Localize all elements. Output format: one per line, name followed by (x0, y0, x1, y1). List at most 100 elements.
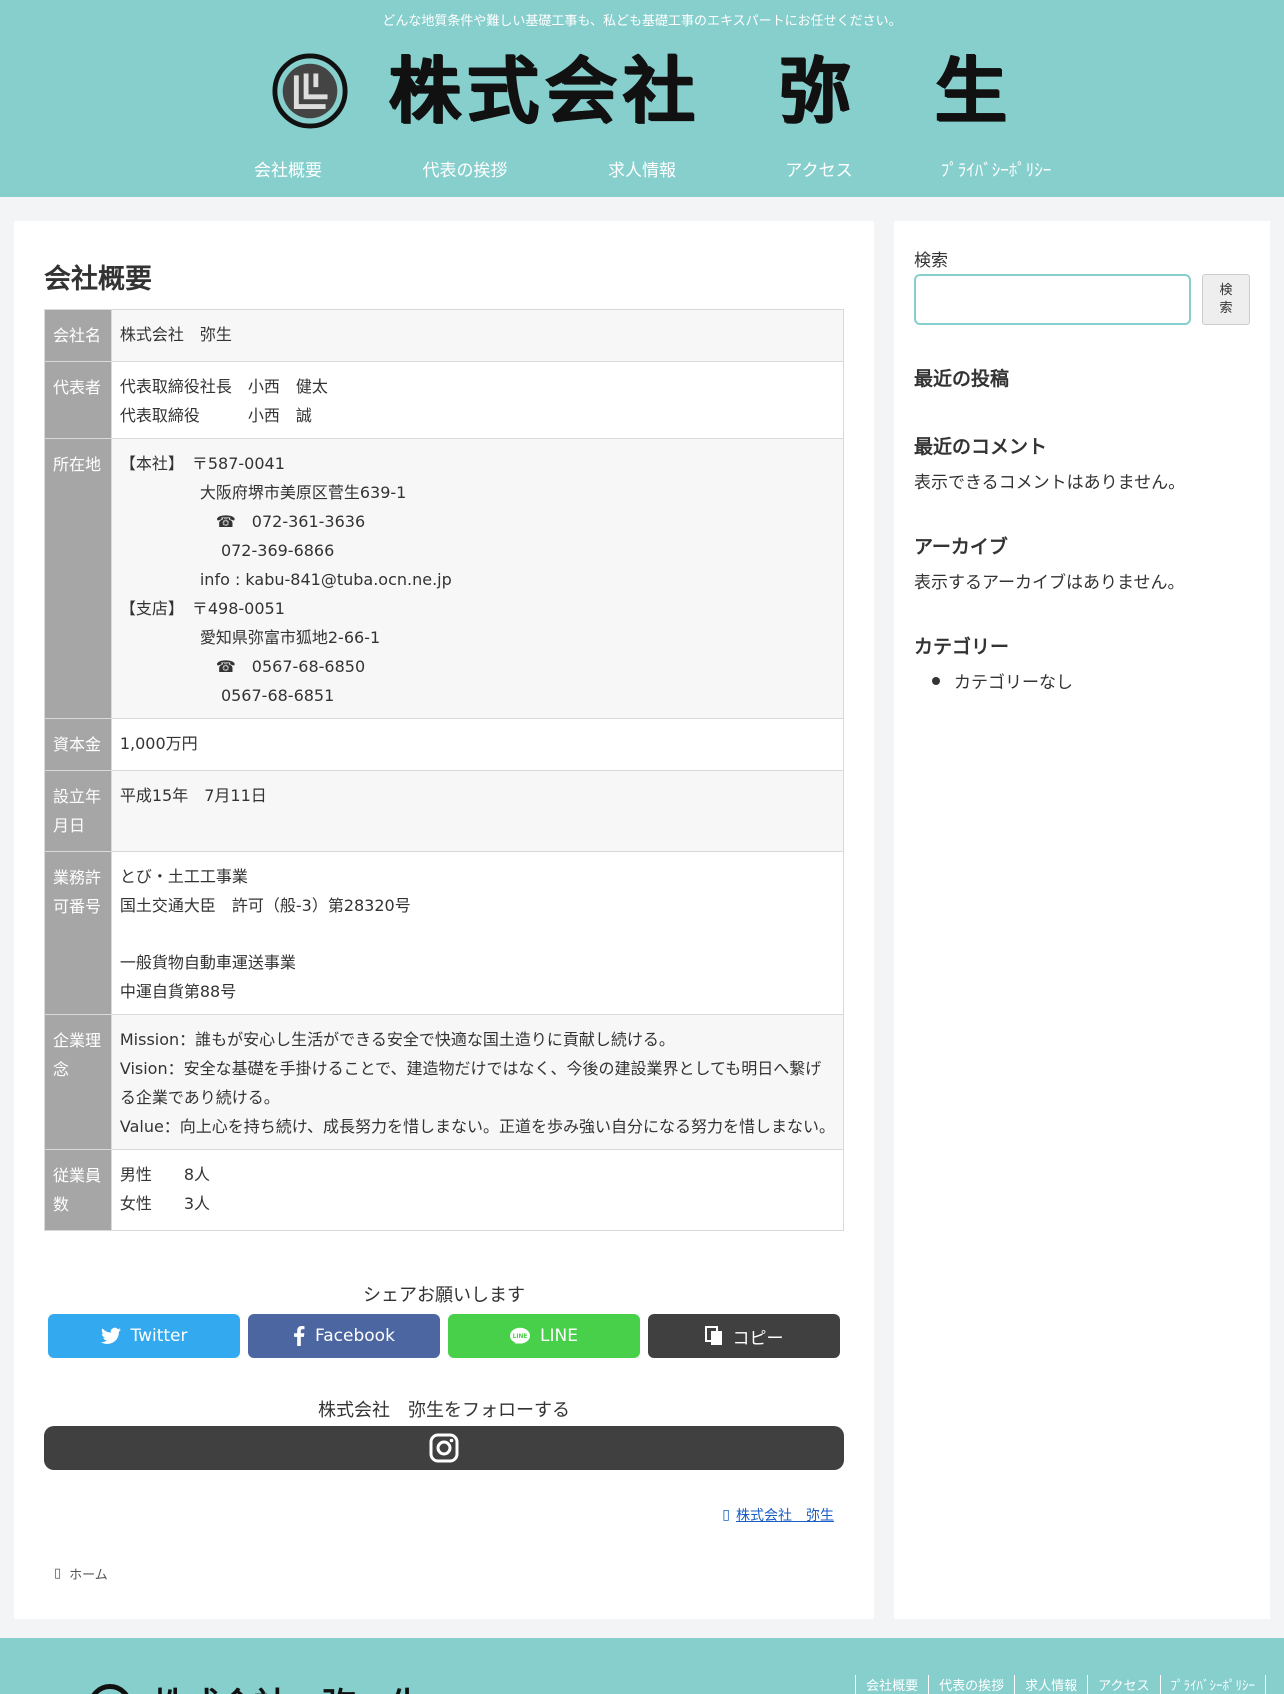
search-input[interactable] (914, 274, 1191, 325)
row-value-line: ☎ 072-361-3636 (119, 512, 366, 531)
row-value-line: 国土交通大臣 許可（般-3）第28320号 (119, 896, 411, 915)
row-value: 男性 8人女性 3人 (110, 1149, 845, 1231)
page-title: 会社概要 (44, 264, 152, 295)
footer-nav: 会社概要 代表の挨拶 求人情報 アクセス ﾌﾟﾗｲﾊﾞｼｰﾎﾟﾘｼｰ (855, 1675, 1266, 1694)
table-row: 従業員数 男性 8人女性 3人 (44, 1149, 845, 1231)
author-name[interactable]: 株式会社 弥生 (736, 1505, 834, 1525)
footer-nav-greeting[interactable]: 代表の挨拶 (928, 1675, 1014, 1694)
site-footer: 株式会社 弥 生 会社概要 代表の挨拶 求人情報 アクセス ﾌﾟﾗｲﾊﾞｼｰﾎﾟ… (0, 1638, 1284, 1694)
company-info-table: 会社名 株式会社 弥生 代表者 代表取締役社長 小西 健太 代表取締役 小西 誠所在地【… (44, 309, 845, 1231)
copy-icon (704, 1326, 722, 1345)
bullet (932, 676, 940, 685)
table-row: 資本金 1,000万円 (44, 718, 845, 771)
twitter-icon (100, 1327, 121, 1344)
share-title: シェアお願いします (363, 1285, 525, 1306)
row-value-line: 男性 8人 (119, 1165, 211, 1184)
no-comments-text: 表示できるコメントはありません。 (914, 473, 1186, 493)
archives-heading: アーカイブ (914, 536, 1008, 558)
row-value: とび・土工工事業国土交通大臣 許可（般-3）第28320号 一般貨物自動車運送事業… (110, 851, 845, 1015)
recent-posts-heading: 最近の投稿 (914, 368, 1010, 390)
row-value-line: 女性 3人 (119, 1194, 211, 1213)
table-row: 企業理念 Mission：誰もが安心し生活ができる安全で快適な国土造りに貢献し続け… (44, 1014, 845, 1150)
sidebar: 検索 検索 最近の投稿 最近のコメント 表示できるコメントはありません。 アーカ… (894, 221, 1270, 1619)
row-label: 資本金 (44, 718, 112, 771)
twitter-share-button[interactable]: Twitter (48, 1314, 240, 1358)
row-value-line: 株式会社 弥生 (119, 325, 232, 344)
row-value-line: 大阪府堺市美原区菅生639-1 (119, 483, 407, 502)
global-nav: 会社概要 代表の挨拶 求人情報 アクセス ﾌﾟﾗｲﾊﾞｼｰﾎﾟﾘｼｰ (0, 156, 1284, 181)
row-value: 平成15年 7月11日 (110, 770, 845, 852)
breadcrumb: ▯ ホーム (54, 1564, 108, 1583)
twitter-label: Twitter (130, 1326, 188, 1346)
row-value-line: 1,000万円 (119, 734, 198, 753)
user-icon: ▯ (722, 1507, 730, 1523)
row-value: 代表取締役社長 小西 健太 代表取締役 小西 誠 (110, 361, 845, 439)
recent-comments-heading: 最近のコメント (914, 436, 1048, 458)
footer-nav-company-overview[interactable]: 会社概要 (855, 1675, 928, 1694)
facebook-icon (294, 1326, 305, 1346)
row-value-line: 中運自貨第88号 (119, 982, 237, 1001)
row-label: 設立年月日 (44, 770, 112, 852)
row-label: 会社名 (44, 309, 112, 362)
table-row: 設立年月日 平成15年 7月11日 (44, 770, 845, 852)
search-button[interactable]: 検索 (1202, 274, 1250, 325)
instagram-follow-button[interactable] (44, 1426, 844, 1470)
row-value-line: 【支店】 〒498-0051 (119, 599, 285, 618)
row-value: 株式会社 弥生 (110, 309, 845, 362)
author-link[interactable]: ▯ 株式会社 弥生 (722, 1505, 834, 1525)
row-value-line: 0567-68-6851 (119, 686, 335, 705)
copy-button[interactable]: コピー (648, 1314, 840, 1358)
row-value-line: 愛知県弥富市狐地2-66-1 (119, 628, 381, 647)
row-value-line: Mission：誰もが安心し生活ができる安全で快適な国土造りに貢献し続ける。 (119, 1030, 675, 1049)
row-label: 従業員数 (44, 1149, 112, 1231)
row-value-line: 代表取締役 小西 誠 (119, 406, 312, 425)
row-value-line: Vision：安全な基礎を手掛けることで、建造物だけではなく、今後の建設業界とし… (119, 1059, 822, 1107)
instagram-icon (429, 1433, 459, 1463)
nav-privacy-policy[interactable]: ﾌﾟﾗｲﾊﾞｼｰﾎﾟﾘｼｰ (908, 156, 1085, 181)
facebook-share-button[interactable]: Facebook (248, 1314, 440, 1358)
row-value: 1,000万円 (110, 718, 845, 771)
breadcrumb-home[interactable]: ホーム (69, 1564, 108, 1583)
row-value: Mission：誰もが安心し生活ができる安全で快適な国土造りに貢献し続ける。 Vi… (110, 1014, 845, 1150)
copy-label: コピー (732, 1328, 784, 1349)
facebook-label: Facebook (315, 1326, 395, 1346)
row-value-line (120, 920, 835, 948)
svg-text:LINE: LINE (513, 1334, 528, 1340)
list-item: カテゴリーなし (914, 668, 1073, 693)
row-value-line: 代表取締役社長 小西 健太 (119, 377, 328, 396)
nav-company-overview[interactable]: 会社概要 (200, 156, 377, 181)
row-value-line: info : kabu-841@tuba.ocn.ne.jp (119, 570, 452, 589)
row-label: 所在地 (44, 438, 112, 719)
line-share-button[interactable]: LINE LINE (448, 1314, 640, 1358)
site-logo[interactable]: 株式会社 弥 生 (0, 52, 1284, 130)
home-icon: ▯ (54, 1566, 62, 1581)
nav-access[interactable]: アクセス (731, 156, 908, 181)
site-header: どんな地質条件や難しい基礎工事も、私ども基礎工事のエキスパートにお任せください。… (0, 0, 1284, 197)
row-value-line: 【本社】 〒587-0041 (119, 454, 285, 473)
footer-nav-privacy-policy[interactable]: ﾌﾟﾗｲﾊﾞｼｰﾎﾟﾘｼｰ (1159, 1675, 1266, 1694)
footer-nav-recruit[interactable]: 求人情報 (1014, 1675, 1087, 1694)
row-value-line: 平成15年 7月11日 (119, 786, 267, 805)
row-label: 業務許可番号 (44, 851, 112, 1015)
row-value-line: Value：向上心を持ち続け、成長努力を惜しまない。正道を歩み強い自分になる努力… (119, 1117, 835, 1136)
row-value-line: ☎ 0567-68-6850 (119, 657, 366, 676)
nav-greeting[interactable]: 代表の挨拶 (377, 156, 554, 181)
row-value: 【本社】 〒587-0041 大阪府堺市美原区菅生639-1 ☎ 072-361… (110, 438, 845, 719)
row-value-line: とび・土工工事業 (119, 867, 248, 886)
row-value-line: 一般貨物自動車運送事業 (119, 953, 296, 972)
share-buttons: Twitter Facebook LINE LINE コピー (48, 1314, 840, 1358)
row-value-line: 072-369-6866 (119, 541, 335, 560)
table-row: 業務許可番号 とび・土工工事業国土交通大臣 許可（般-3）第28320号 一般貨物自… (44, 851, 845, 1015)
row-label: 代表者 (44, 361, 112, 439)
search-label: 検索 (914, 251, 948, 271)
follow-title: 株式会社 弥生をフォローする (318, 1400, 570, 1421)
footer-nav-access[interactable]: アクセス (1087, 1675, 1159, 1694)
footer-crest-icon (88, 1684, 132, 1694)
line-icon: LINE (510, 1327, 531, 1344)
main-content: 会社概要 会社名 株式会社 弥生 代表者 代表取締役社長 小西 健太 代表取締役 小西 … (14, 221, 874, 1619)
nav-recruit[interactable]: 求人情報 (554, 156, 731, 181)
no-archives-text: 表示するアーカイブはありません。 (914, 573, 1185, 593)
row-label: 企業理念 (44, 1014, 112, 1150)
footer-logo-text[interactable]: 株式会社 弥 生 (152, 1678, 424, 1694)
table-row: 代表者 代表取締役社長 小西 健太 代表取締役 小西 誠 (44, 361, 845, 439)
